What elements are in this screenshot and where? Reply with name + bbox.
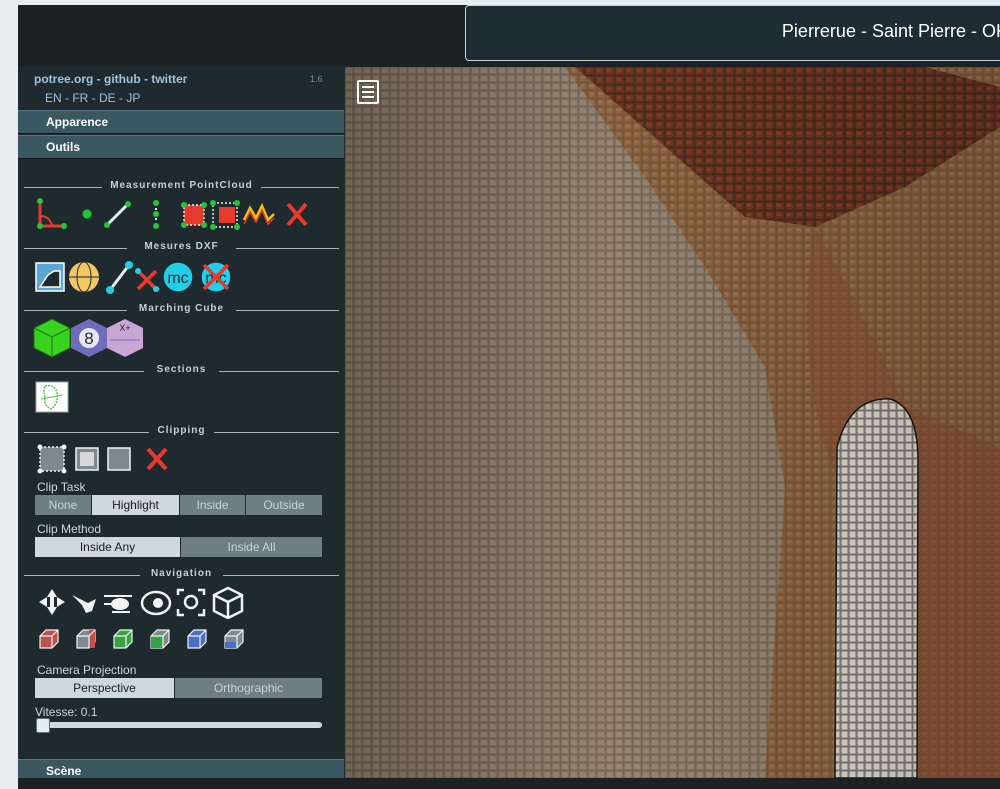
- focus-icon[interactable]: [176, 588, 206, 617]
- orbit-controls-icon[interactable]: [140, 590, 172, 616]
- menu-apparence-label: Apparence: [46, 115, 109, 129]
- area-icon[interactable]: [181, 202, 207, 228]
- section-navigation: Navigation: [18, 568, 345, 582]
- section-measurement-title: Measurement PointCloud: [110, 180, 253, 191]
- cube-icon[interactable]: [33, 318, 71, 358]
- language-selector[interactable]: EN - FR - DE - JP: [45, 91, 140, 105]
- section-sections-title: Sections: [156, 364, 207, 375]
- header-links: potree.org - github - twitter: [34, 72, 187, 86]
- helicopter-controls-icon[interactable]: [104, 595, 132, 613]
- version-label: 1.6: [310, 74, 323, 84]
- measurement-toolbar: [37, 198, 308, 230]
- point-cloud-canvas[interactable]: [345, 67, 1000, 778]
- dxf-toolbar: mc mc: [35, 261, 232, 294]
- potree-link[interactable]: potree.org: [34, 72, 93, 86]
- top-view-icon[interactable]: [113, 629, 133, 649]
- dxf-remove-icon[interactable]: [135, 268, 159, 292]
- x-plus-label: X+: [119, 323, 130, 333]
- marching-toolbar: 8 X+: [33, 318, 143, 358]
- front-view-icon[interactable]: [76, 629, 96, 649]
- github-link[interactable]: github: [104, 72, 141, 86]
- section-measurement: Measurement PointCloud: [18, 180, 345, 194]
- fly-controls-icon[interactable]: [72, 595, 96, 613]
- navigation-cube-icon[interactable]: [212, 586, 244, 619]
- remove-clipping-icon[interactable]: [146, 447, 168, 471]
- section-tool-icon[interactable]: [35, 381, 69, 413]
- sidebar: potree.org - github - twitter 1.6 EN - F…: [18, 67, 345, 783]
- profile-icon[interactable]: [242, 203, 275, 226]
- remove-all-icon[interactable]: [286, 202, 308, 227]
- bottom-bar: [18, 778, 1000, 789]
- view-toolbar: [39, 629, 244, 649]
- section-marching-title: Marching Cube: [138, 303, 225, 314]
- octree-label: 8: [84, 329, 93, 348]
- menu-outils[interactable]: Outils: [18, 135, 344, 159]
- camera-projection-group: Perspective Orthographic: [35, 678, 322, 698]
- back-view-icon[interactable]: [187, 629, 207, 649]
- bottom-view-icon[interactable]: [224, 629, 244, 649]
- clip-task-none[interactable]: None: [35, 495, 92, 515]
- section-clipping: Clipping: [18, 425, 345, 439]
- right-view-icon[interactable]: [150, 629, 170, 649]
- left-view-icon[interactable]: [39, 629, 59, 649]
- projection-perspective[interactable]: Perspective: [35, 678, 175, 698]
- clip-task-highlight[interactable]: Highlight: [92, 495, 180, 515]
- section-dxf: Mesures DXF: [18, 241, 345, 255]
- clipping-toolbar: [37, 444, 168, 474]
- speed-slider-track[interactable]: [36, 722, 322, 728]
- speed-slider-handle[interactable]: [36, 718, 50, 733]
- volume-icon[interactable]: [210, 200, 240, 230]
- title-bar: Pierrerue - Saint Pierre - OK: [465, 5, 1000, 61]
- speed-label: Vitesse: 0.1: [35, 705, 98, 719]
- projection-orthographic[interactable]: Orthographic: [175, 678, 322, 698]
- mc-label: mc: [167, 270, 188, 287]
- clip-method-group: Inside Any Inside All: [35, 537, 322, 557]
- clip-method-inside-all[interactable]: Inside All: [181, 537, 322, 557]
- menu-outils-label: Outils: [46, 140, 81, 154]
- dxf-sphere-icon[interactable]: [69, 261, 99, 293]
- clip-task-outside[interactable]: Outside: [246, 495, 322, 515]
- clip-method-label: Clip Method: [37, 522, 102, 536]
- height-icon[interactable]: [153, 200, 159, 229]
- page-title: Pierrerue - Saint Pierre - OK: [781, 21, 1000, 41]
- distance-icon[interactable]: [104, 201, 131, 228]
- angle-icon[interactable]: [37, 198, 67, 229]
- clip-method-inside-any[interactable]: Inside Any: [35, 537, 181, 557]
- potree-viewer: Pierrerue - Saint Pierre - OK potree.org…: [18, 5, 1000, 789]
- point-icon[interactable]: [81, 208, 93, 220]
- navigation-toolbar: [39, 586, 244, 619]
- dxf-area-icon[interactable]: [35, 262, 65, 292]
- menu-apparence[interactable]: Apparence: [18, 110, 344, 134]
- clip-task-inside[interactable]: Inside: [180, 495, 246, 515]
- clip-volume-icon[interactable]: [37, 444, 67, 474]
- dxf-distance-icon[interactable]: [106, 261, 133, 294]
- section-navigation-title: Navigation: [150, 568, 213, 579]
- point-cloud-render: [345, 67, 1000, 778]
- x-plus-icon[interactable]: X+: [107, 319, 143, 357]
- section-dxf-title: Mesures DXF: [144, 241, 219, 252]
- camera-projection-label: Camera Projection: [37, 663, 137, 677]
- section-marching: Marching Cube: [18, 303, 345, 317]
- clip-task-group: None Highlight Inside Outside: [35, 495, 322, 515]
- earth-controls-icon[interactable]: [39, 589, 65, 615]
- twitter-link[interactable]: twitter: [151, 72, 187, 86]
- clip-polygon-icon[interactable]: [75, 447, 99, 471]
- section-sections: Sections: [18, 364, 345, 378]
- link-separator: -: [140, 72, 152, 86]
- section-clipping-title: Clipping: [157, 425, 206, 436]
- marching-cube-remove-icon[interactable]: mc: [200, 261, 232, 293]
- menu-toggle-icon[interactable]: [357, 80, 379, 104]
- link-separator: -: [93, 72, 105, 86]
- clip-task-label: Clip Task: [37, 480, 86, 494]
- marching-cube-icon[interactable]: mc: [162, 261, 194, 293]
- octree-icon[interactable]: 8: [71, 319, 107, 357]
- clip-screen-box-icon[interactable]: [107, 447, 131, 471]
- menu-scene-label: Scène: [46, 764, 82, 778]
